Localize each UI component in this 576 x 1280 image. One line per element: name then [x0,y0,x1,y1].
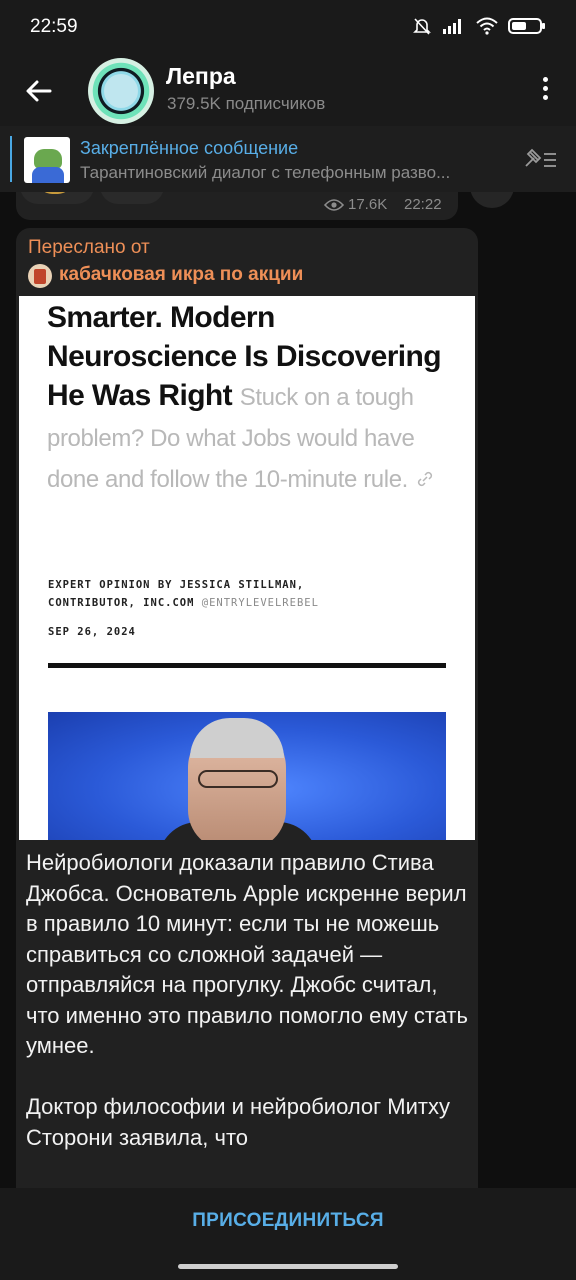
battery-icon [508,18,545,34]
signal-icon [443,19,461,34]
eye-icon [324,198,344,211]
message-text: Нейробиологи доказали правило Стива Джоб… [26,850,468,1150]
home-indicator[interactable] [178,1264,398,1269]
byline-line-1: EXPERT OPINION BY JESSICA STILLMAN, [48,579,305,591]
channel-title[interactable]: Лепра [166,63,236,90]
channel-avatar[interactable] [88,58,154,124]
article-screenshot-image[interactable]: Smarter. Modern Neuroscience Is Discover… [19,296,475,840]
pinned-message-bar[interactable]: Закреплённое сообщение Тарантиновский ди… [0,126,576,192]
byline-line-2: CONTRIBUTOR, INC.COM @ENTRYLEVELREBEL [48,594,319,612]
more-menu-icon[interactable] [538,74,552,108]
divider-rule [48,663,446,668]
view-count-value: 17.6K [348,196,388,213]
status-bar: 22:59 [0,0,576,56]
forward-source-avatar [28,264,52,288]
share-button[interactable] [470,192,514,208]
article-date: SEP 26, 2024 [48,626,136,638]
pinned-indicator [10,136,12,182]
chat-header: Лепра 379.5K подписчиков [0,56,576,126]
reaction-chip[interactable] [20,192,94,204]
article-headline: Smarter. Modern Neuroscience Is Discover… [47,298,447,499]
link-icon [417,472,432,487]
coin-emoji-icon [38,192,72,194]
message-time: 22:22 [404,196,442,213]
article-byline: EXPERT OPINION BY JESSICA STILLMAN, CONT… [48,576,319,612]
chat-area[interactable]: 17.6K 22:22 Переслано от кабачковая икра… [0,192,576,1188]
byline-handle: @ENTRYLEVELREBEL [201,597,319,609]
bell-muted-icon [413,18,431,35]
portrait-glasses [198,770,278,788]
wifi-icon [476,17,498,35]
pinned-thumbnail [24,137,70,183]
avatar-logo-icon [104,74,138,108]
byline-contributor: CONTRIBUTOR, INC.COM [48,597,195,609]
view-count: 17.6K [324,196,387,213]
pinned-list-icon[interactable] [522,146,558,172]
pinned-title: Закреплённое сообщение [80,138,299,158]
forwarded-message-bubble[interactable]: Переслано от кабачковая икра по акции Sm… [16,228,478,1188]
status-time: 22:59 [30,16,78,37]
join-button[interactable]: ПРИСОЕДИНИТЬСЯ [0,1210,576,1232]
status-icons [412,16,546,36]
article-hero-photo [48,712,446,840]
thumbnail-detail [32,167,64,183]
forwarded-label: Переслано от [28,237,150,258]
bottom-bar: ПРИСОЕДИНИТЬСЯ [0,1188,576,1280]
pinned-text: Тарантиновский диалог с телефонным разво… [80,163,451,182]
frog-image-icon [34,149,62,169]
portrait-hair [190,718,284,758]
subscriber-count: 379.5K подписчиков [167,94,326,113]
forward-source-name[interactable]: кабачковая икра по акции [59,264,303,286]
back-arrow-icon[interactable] [22,74,56,108]
